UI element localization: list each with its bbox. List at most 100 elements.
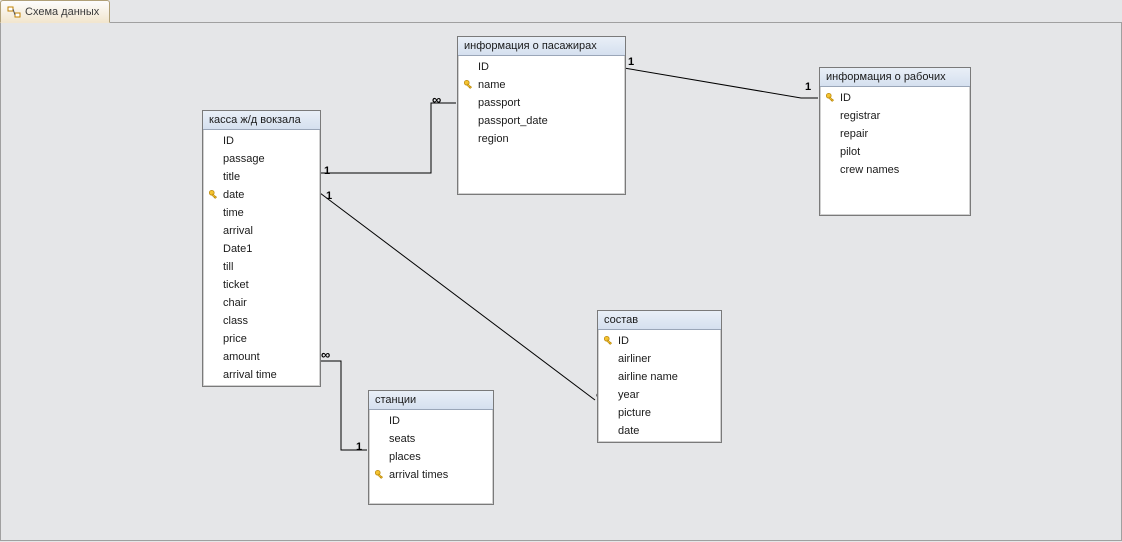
rel-kassa-pass-right: ∞	[432, 92, 441, 107]
key-icon	[373, 450, 387, 464]
table-title[interactable]: состав	[598, 311, 721, 330]
field-row[interactable]: ID	[458, 58, 625, 76]
field-row[interactable]: ID	[820, 89, 970, 107]
key-icon	[462, 132, 476, 146]
rel-kassa-stations-left: ∞	[321, 347, 330, 362]
field-label: ID	[618, 333, 629, 349]
key-icon	[602, 406, 616, 420]
field-row[interactable]: arrival	[203, 222, 320, 240]
field-label: date	[223, 187, 244, 203]
key-icon	[462, 78, 476, 92]
tab-bar: Схема данных	[0, 0, 1122, 23]
relationships-icon	[7, 5, 21, 19]
field-label: arrival	[223, 223, 253, 239]
table-workers[interactable]: информация о рабочих IDregistrar repair pi…	[819, 67, 971, 216]
field-row[interactable]: registrar	[820, 107, 970, 125]
tab-label: Схема данных	[25, 6, 99, 18]
table-title[interactable]: информация о пасажирах	[458, 37, 625, 56]
field-row[interactable]: ID	[203, 132, 320, 150]
field-row[interactable]: time	[203, 204, 320, 222]
rel-pass-work-right: 1	[805, 81, 811, 93]
table-title[interactable]: информация о рабочих	[820, 68, 970, 87]
field-row[interactable]: passage	[203, 150, 320, 168]
field-label: crew names	[840, 162, 899, 178]
field-row[interactable]: Date1	[203, 240, 320, 258]
field-label: amount	[223, 349, 260, 365]
field-row[interactable]: passport	[458, 94, 625, 112]
field-row[interactable]: ticket	[203, 276, 320, 294]
field-row[interactable]: amount	[203, 348, 320, 366]
table-fields: ID airliner airline name yearpicturedate	[598, 330, 721, 442]
field-label: pilot	[840, 144, 860, 160]
table-fields: IDregistrar repair pilot crew names	[820, 87, 970, 181]
field-row[interactable]: till	[203, 258, 320, 276]
field-row[interactable]: places	[369, 448, 493, 466]
field-label: name	[478, 77, 506, 93]
key-icon	[824, 163, 838, 177]
field-row[interactable]: repair	[820, 125, 970, 143]
field-row[interactable]: price	[203, 330, 320, 348]
field-row[interactable]: name	[458, 76, 625, 94]
key-icon	[824, 145, 838, 159]
table-fields: IDseats placesarrival times	[369, 410, 493, 486]
field-row[interactable]: seats	[369, 430, 493, 448]
table-kassa[interactable]: касса ж/д вокзала ID passagetitledatetime…	[202, 110, 321, 387]
key-icon	[602, 424, 616, 438]
key-icon	[602, 352, 616, 366]
field-row[interactable]: ID	[369, 412, 493, 430]
key-icon	[602, 334, 616, 348]
field-label: ID	[478, 59, 489, 75]
field-label: airline name	[618, 369, 678, 385]
key-icon	[207, 350, 221, 364]
rel-kassa-stations-right: 1	[356, 441, 362, 453]
field-row[interactable]: airline name	[598, 368, 721, 386]
field-row[interactable]: crew names	[820, 161, 970, 179]
key-icon	[207, 152, 221, 166]
key-icon	[207, 134, 221, 148]
field-row[interactable]: pilot	[820, 143, 970, 161]
field-row[interactable]: arrival time	[203, 366, 320, 384]
field-label: Date1	[223, 241, 252, 257]
field-label: passport	[478, 95, 520, 111]
field-label: places	[389, 449, 421, 465]
field-row[interactable]: title	[203, 168, 320, 186]
field-row[interactable]: class	[203, 312, 320, 330]
key-icon	[207, 170, 221, 184]
field-row[interactable]: date	[203, 186, 320, 204]
key-icon	[602, 388, 616, 402]
key-icon	[207, 296, 221, 310]
field-row[interactable]: arrival times	[369, 466, 493, 484]
diagram-canvas[interactable]: 1 ∞ 1 1 ∞ 1 1 ∞ касса ж/д вокзала IDpass…	[0, 23, 1122, 541]
field-row[interactable]: date	[598, 422, 721, 440]
field-label: passage	[223, 151, 265, 167]
key-icon	[373, 432, 387, 446]
field-label: repair	[840, 126, 868, 142]
key-icon	[207, 314, 221, 328]
field-label: region	[478, 131, 509, 147]
field-label: chair	[223, 295, 247, 311]
field-label: year	[618, 387, 639, 403]
table-title[interactable]: касса ж/д вокзала	[203, 111, 320, 130]
field-row[interactable]: ID	[598, 332, 721, 350]
field-row[interactable]: airliner	[598, 350, 721, 368]
table-stations[interactable]: станции IDseats placesarrival times	[368, 390, 494, 505]
tab-schema[interactable]: Схема данных	[0, 0, 110, 23]
field-row[interactable]: region	[458, 130, 625, 148]
table-sostav[interactable]: состав ID airliner airline name yearpicture…	[597, 310, 722, 443]
field-row[interactable]: chair	[203, 294, 320, 312]
field-row[interactable]: passport_date	[458, 112, 625, 130]
field-row[interactable]: year	[598, 386, 721, 404]
field-row[interactable]: picture	[598, 404, 721, 422]
table-title[interactable]: станции	[369, 391, 493, 410]
key-icon	[462, 96, 476, 110]
table-fields: ID name passportpassport_dateregion	[458, 56, 625, 150]
key-icon	[824, 109, 838, 123]
key-icon	[824, 127, 838, 141]
key-icon	[207, 332, 221, 346]
field-label: airliner	[618, 351, 651, 367]
table-passengers[interactable]: информация о пасажирах ID name passportpas…	[457, 36, 626, 195]
field-label: registrar	[840, 108, 880, 124]
field-label: seats	[389, 431, 415, 447]
field-label: ID	[223, 133, 234, 149]
key-icon	[373, 414, 387, 428]
